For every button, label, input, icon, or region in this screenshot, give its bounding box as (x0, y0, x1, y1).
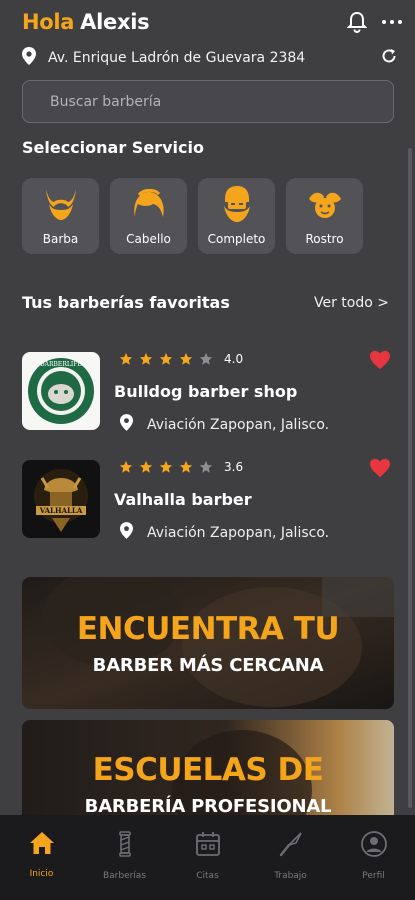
refresh-icon[interactable] (381, 48, 397, 68)
service-label: Rostro (305, 232, 344, 246)
star-filled-icon (139, 352, 153, 365)
user-icon (360, 831, 387, 861)
rating-value: 3.6 (224, 460, 244, 474)
promo-banner-schools[interactable]: ESCUELAS DE BARBERÍA PROFESIONAL (22, 720, 394, 815)
service-cabello[interactable]: Cabello (110, 178, 187, 254)
shop-name: Valhalla barber (114, 490, 252, 509)
services-list: Barba Cabello Completo Rostro (22, 178, 363, 254)
service-label: Barba (42, 232, 79, 246)
location-pin-icon (120, 522, 133, 543)
favorite-shop-card[interactable]: VALHALLA 3.6 Valhalla barber Aviación Za… (22, 458, 391, 543)
service-rostro[interactable]: Rostro (286, 178, 363, 254)
beard-icon (44, 186, 78, 222)
banner-subheadline: BARBER MÁS CERCANA (92, 655, 324, 676)
star-filled-icon (119, 352, 133, 365)
greeting-hello: Hola (22, 10, 75, 34)
shop-location-text: Aviación Zapopan, Jalisco. (147, 416, 330, 433)
greeting: Hola Alexis (22, 10, 150, 34)
service-completo[interactable]: Completo (198, 178, 275, 254)
scrollbar[interactable] (408, 148, 412, 808)
tab-label: Perfil (362, 871, 385, 881)
favorites-title: Tus barberías favoritas (22, 293, 230, 312)
bottom-tab-bar: Inicio Barberías Citas Trabajo Perfil (0, 815, 415, 900)
home-icon (29, 831, 55, 859)
svg-text:BARBERLIFE: BARBERLIFE (40, 361, 81, 368)
search-box[interactable] (22, 80, 394, 123)
tab-inicio[interactable]: Inicio (0, 815, 83, 900)
barber-pole-icon (118, 831, 132, 861)
star-filled-icon (159, 460, 173, 473)
svg-text:VALHALLA: VALHALLA (39, 506, 83, 515)
star-filled-icon (139, 460, 153, 473)
star-filled-icon (159, 352, 173, 365)
service-barba[interactable]: Barba (22, 178, 99, 254)
greeting-user-name: Alexis (80, 10, 150, 34)
tab-label: Trabajo (274, 871, 307, 881)
more-options-icon[interactable] (381, 19, 403, 25)
face-leaf-icon (307, 186, 343, 222)
shop-location-text: Aviación Zapopan, Jalisco. (147, 524, 330, 541)
banner-subheadline: BARBERÍA PROFESIONAL (84, 796, 332, 815)
tab-label: Citas (196, 871, 219, 881)
razor-icon (278, 831, 304, 861)
full-face-icon (221, 186, 253, 222)
banner-headline: ESCUELAS DE (92, 752, 324, 788)
tab-label: Inicio (29, 869, 54, 879)
current-address: Av. Enrique Ladrón de Guevara 2384 (48, 50, 306, 66)
shop-location: Aviación Zapopan, Jalisco. (120, 414, 329, 435)
service-label: Cabello (126, 232, 171, 246)
tab-perfil[interactable]: Perfil (332, 815, 415, 900)
star-empty-icon (199, 460, 213, 473)
services-title: Seleccionar Servicio (22, 138, 204, 157)
bell-icon[interactable] (347, 11, 367, 33)
star-filled-icon (179, 460, 193, 473)
rating-stars: 4.0 (119, 352, 243, 366)
top-header: Hola Alexis (22, 8, 403, 36)
shop-logo: BARBERLIFE (22, 352, 100, 430)
tab-barberias[interactable]: Barberías (83, 815, 166, 900)
star-empty-icon (199, 352, 213, 365)
promo-banner-nearest-barber[interactable]: ENCUENTRA TU BARBER MÁS CERCANA (22, 577, 394, 709)
shop-location: Aviación Zapopan, Jalisco. (120, 522, 329, 543)
tab-citas[interactable]: Citas (166, 815, 249, 900)
service-label: Completo (207, 232, 266, 246)
tab-label: Barberías (102, 871, 147, 881)
rating-stars: 3.6 (119, 460, 243, 474)
shop-logo: VALHALLA (22, 460, 100, 538)
favorite-shop-card[interactable]: BARBERLIFE 4.0 Bulldog barber shop Aviac… (22, 350, 391, 435)
favorites-header: Tus barberías favoritas Ver todo > (22, 293, 389, 312)
rating-value: 4.0 (224, 352, 244, 366)
location-row[interactable]: Av. Enrique Ladrón de Guevara 2384 (22, 47, 397, 69)
tab-trabajo[interactable]: Trabajo (249, 815, 332, 900)
banner-headline: ENCUENTRA TU (76, 611, 340, 647)
shop-name: Bulldog barber shop (114, 382, 298, 401)
star-filled-icon (179, 352, 193, 365)
hair-icon (131, 186, 167, 222)
location-pin-icon (22, 47, 36, 69)
favorite-heart-icon[interactable] (369, 458, 391, 482)
favorite-heart-icon[interactable] (369, 350, 391, 374)
calendar-icon (195, 831, 221, 861)
search-input[interactable] (50, 93, 393, 110)
location-pin-icon (120, 414, 133, 435)
star-filled-icon (119, 460, 133, 473)
see-all-link[interactable]: Ver todo > (314, 295, 389, 311)
